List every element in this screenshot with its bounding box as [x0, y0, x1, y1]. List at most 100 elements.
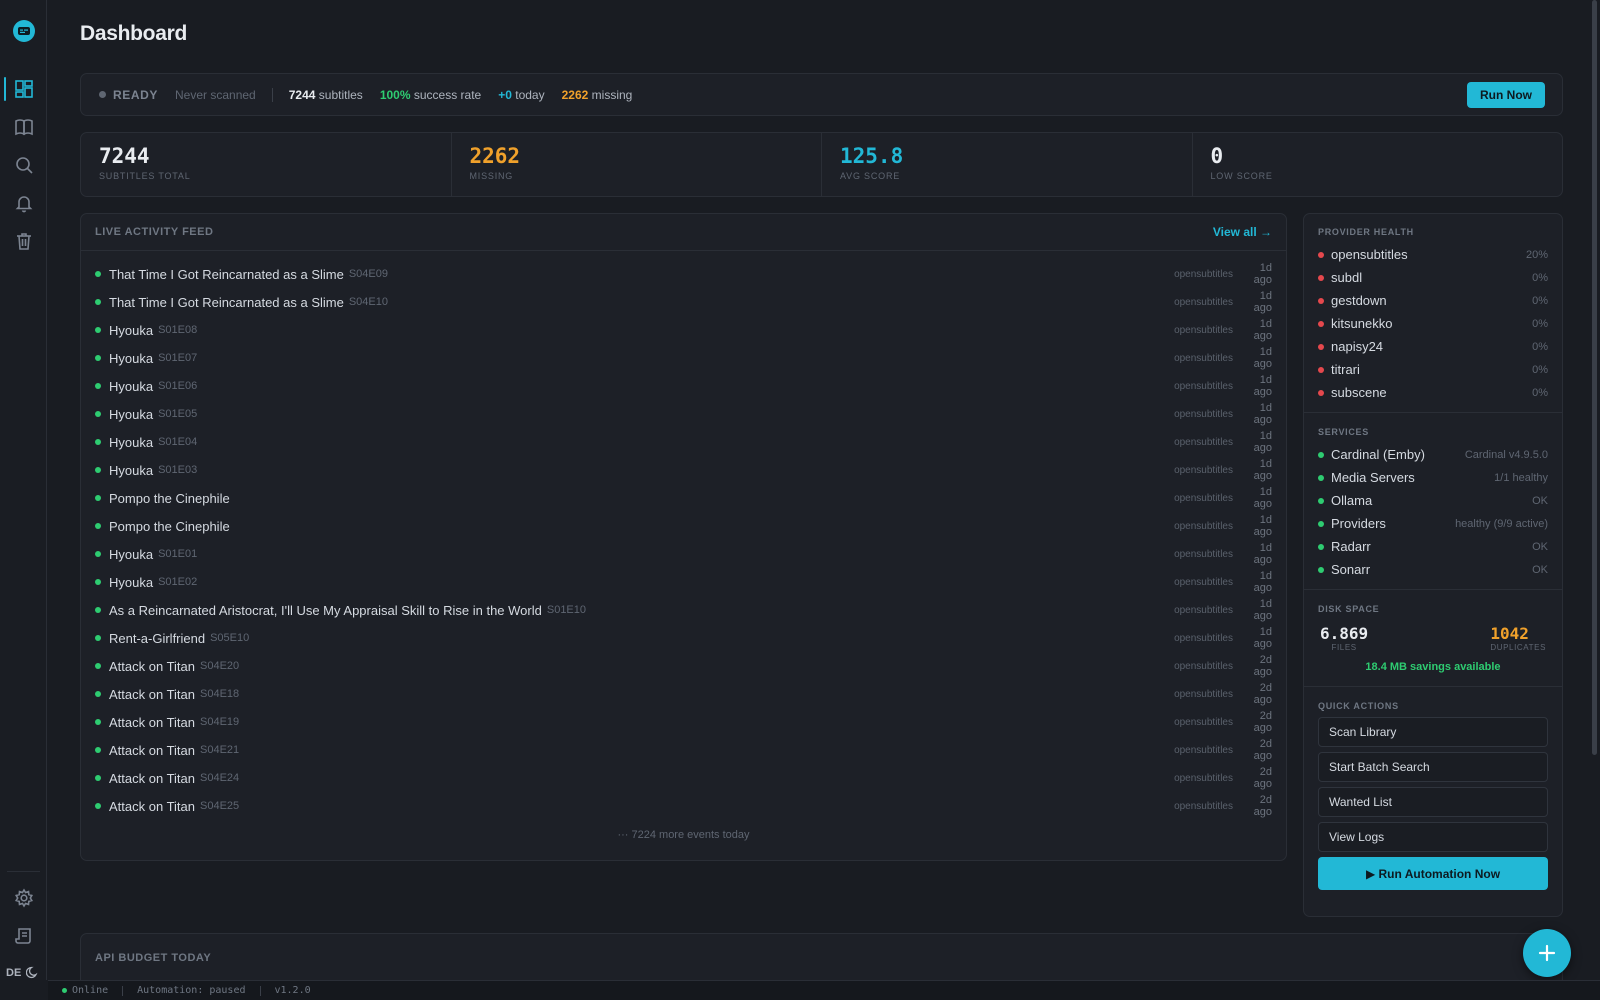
feed-item-time: 1d ago	[1253, 262, 1272, 286]
trash-icon[interactable]	[10, 227, 38, 255]
wanted-list-button[interactable]: Wanted List	[1318, 787, 1548, 817]
provider-row[interactable]: napisy24 0%	[1318, 335, 1548, 358]
feed-row[interactable]: Hyouka S01E05 opensubtitles 1d ago	[81, 400, 1286, 428]
feed-item-time: 2d ago	[1253, 710, 1272, 734]
feed-row[interactable]: Attack on Titan S04E24 opensubtitles 2d ago	[81, 764, 1286, 792]
feed-item-source: opensubtitles	[1174, 660, 1233, 672]
feed-row[interactable]: As a Reincarnated Aristocrat, I'll Use M…	[81, 596, 1286, 624]
feed-row[interactable]: Hyouka S01E04 opensubtitles 1d ago	[81, 428, 1286, 456]
status-dot	[95, 327, 101, 333]
run-automation-button[interactable]: ▶ Run Automation Now	[1318, 857, 1548, 890]
page-scrollbar[interactable]	[1592, 0, 1598, 760]
feed-item-title: Attack on Titan	[109, 742, 195, 758]
library-icon[interactable]	[10, 113, 38, 141]
moon-icon[interactable]	[26, 965, 40, 979]
status-dot	[95, 719, 101, 725]
language-toggle[interactable]: DE	[6, 967, 21, 979]
feed-row[interactable]: Hyouka S01E02 opensubtitles 1d ago	[81, 568, 1286, 596]
status-dot	[1318, 251, 1324, 258]
run-now-button[interactable]: Run Now	[1467, 82, 1545, 108]
provider-row[interactable]: kitsunekko 0%	[1318, 312, 1548, 335]
provider-row[interactable]: subscene 0%	[1318, 381, 1548, 404]
feed-item-source: opensubtitles	[1174, 408, 1233, 420]
view-logs-button[interactable]: View Logs	[1318, 822, 1548, 852]
dashboard-icon[interactable]	[10, 75, 38, 103]
feed-row[interactable]: Attack on Titan S04E25 opensubtitles 2d ago	[81, 792, 1286, 820]
scan-library-button[interactable]: Scan Library	[1318, 717, 1548, 747]
feed-row[interactable]: Hyouka S01E01 opensubtitles 1d ago	[81, 540, 1286, 568]
provider-name: subdl	[1331, 270, 1363, 285]
service-row[interactable]: Ollama OK	[1318, 489, 1548, 512]
feed-item-time: 1d ago	[1253, 374, 1272, 398]
feed-item-time: 1d ago	[1253, 290, 1272, 314]
online-dot	[62, 988, 67, 993]
app-logo-icon[interactable]	[13, 20, 35, 42]
version-text: v1.2.0	[274, 985, 311, 996]
feed-item-title: That Time I Got Reincarnated as a Slime	[109, 294, 344, 310]
feed-item-title: Hyouka	[109, 322, 154, 338]
today-stat: +0 today	[498, 88, 544, 102]
feed-row[interactable]: Pompo the Cinephile opensubtitles 1d ago	[81, 512, 1286, 540]
provider-row[interactable]: subdl 0%	[1318, 266, 1548, 289]
bell-icon[interactable]	[10, 189, 38, 217]
provider-row[interactable]: opensubtitles 20%	[1318, 243, 1548, 266]
search-icon[interactable]	[10, 151, 38, 179]
feed-row[interactable]: Rent-a-Girlfriend S05E10 opensubtitles 1d a…	[81, 624, 1286, 652]
feed-row[interactable]: Pompo the Cinephile opensubtitles 1d ago	[81, 484, 1286, 512]
feed-row[interactable]: Hyouka S01E03 opensubtitles 1d ago	[81, 456, 1286, 484]
feed-row[interactable]: Attack on Titan S04E20 opensubtitles 2d ago	[81, 652, 1286, 680]
feed-item-episode: S05E10	[210, 632, 250, 644]
status-dot	[1318, 520, 1324, 527]
status-dot	[99, 91, 106, 98]
service-row[interactable]: Radarr OK	[1318, 535, 1548, 558]
feed-item-source: opensubtitles	[1174, 352, 1233, 364]
feed-row[interactable]: Hyouka S01E07 opensubtitles 1d ago	[81, 344, 1286, 372]
feed-row[interactable]: That Time I Got Reincarnated as a Slime S…	[81, 288, 1286, 316]
status-dot	[95, 467, 101, 473]
view-all-link[interactable]: View all →	[1213, 225, 1272, 239]
feed-item-title: Hyouka	[109, 546, 154, 562]
feed-row[interactable]: Hyouka S01E08 opensubtitles 1d ago	[81, 316, 1286, 344]
feed-item-time: 2d ago	[1253, 738, 1272, 762]
status-dot	[1318, 343, 1324, 350]
last-scan-text: Never scanned	[175, 87, 256, 102]
feed-item-episode: S04E21	[200, 744, 240, 756]
logs-icon[interactable]	[10, 922, 38, 950]
feed-row[interactable]: That Time I Got Reincarnated as a Slime S…	[81, 260, 1286, 288]
status-dot	[95, 439, 101, 445]
duplicates-label: DUPLICATES	[1490, 643, 1546, 652]
feed-item-source: opensubtitles	[1174, 576, 1233, 588]
start-batch-search-button[interactable]: Start Batch Search	[1318, 752, 1548, 782]
subtitles-stat: 7244 subtitles	[289, 88, 363, 102]
subtitles-count: 7244	[288, 87, 316, 102]
service-row[interactable]: Media Servers 1/1 healthy	[1318, 466, 1548, 489]
feed-item-title: Attack on Titan	[109, 686, 195, 702]
sidebar-divider	[7, 871, 40, 872]
provider-name: subscene	[1331, 385, 1387, 400]
provider-row[interactable]: gestdown 0%	[1318, 289, 1548, 312]
stat-value: 0	[1210, 144, 1224, 168]
status-dot	[95, 803, 101, 809]
feed-item-episode: S04E24	[200, 772, 240, 784]
feed-row[interactable]: Hyouka S01E06 opensubtitles 1d ago	[81, 372, 1286, 400]
status-footer: Online Automation: paused v1.2.0	[48, 980, 1600, 1000]
add-fab-button[interactable]	[1523, 929, 1571, 977]
gear-icon[interactable]	[10, 884, 38, 912]
feed-item-source: opensubtitles	[1174, 716, 1233, 728]
provider-row[interactable]: titrari 0%	[1318, 358, 1548, 381]
service-row[interactable]: Providers healthy (9/9 active)	[1318, 512, 1548, 535]
files-value: 6.869	[1320, 624, 1369, 643]
feed-row[interactable]: Attack on Titan S04E21 opensubtitles 2d ago	[81, 736, 1286, 764]
stat-low-score: 0 Low Score	[1193, 133, 1563, 196]
feed-row[interactable]: Attack on Titan S04E19 opensubtitles 2d ago	[81, 708, 1286, 736]
provider-value: 0%	[1532, 271, 1548, 284]
service-row[interactable]: Cardinal (Emby) Cardinal v4.9.5.0	[1318, 443, 1548, 466]
stat-subtitles-total: 7244 Subtitles Total	[81, 133, 452, 196]
feed-header: LIVE ACTIVITY FEED View all →	[81, 214, 1286, 251]
service-row[interactable]: Sonarr OK	[1318, 558, 1548, 581]
scrollbar-thumb[interactable]	[1592, 0, 1597, 755]
feed-row[interactable]: Attack on Titan S04E18 opensubtitles 2d ago	[81, 680, 1286, 708]
feed-item-source: opensubtitles	[1174, 380, 1233, 392]
feed-item-episode: S01E10	[546, 604, 587, 616]
stat-label: Avg Score	[840, 171, 901, 181]
